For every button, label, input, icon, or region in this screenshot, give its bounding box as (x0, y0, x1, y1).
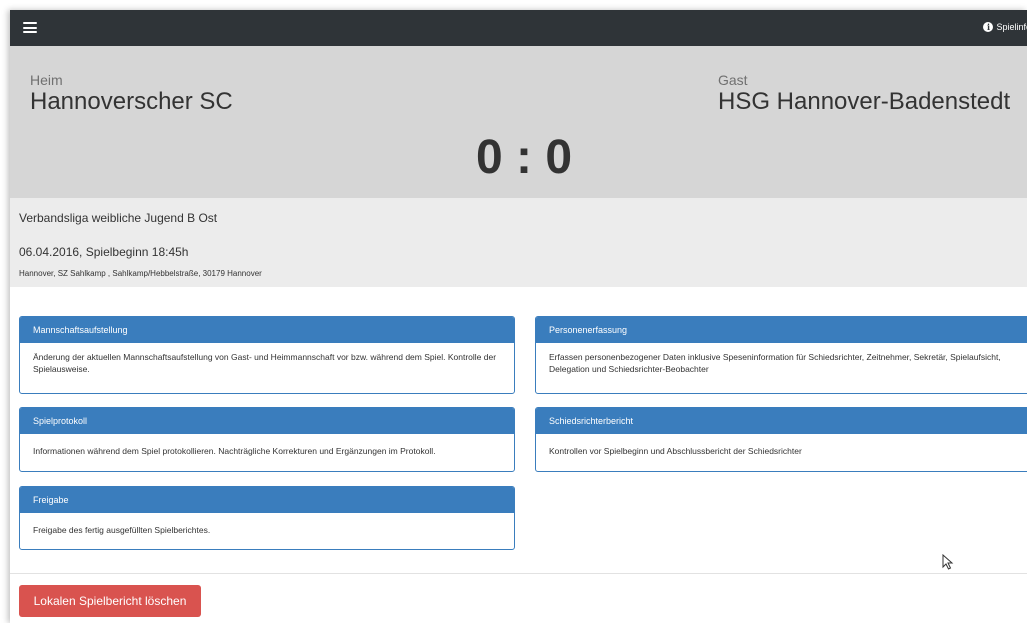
panel-heading-personenerfassung[interactable]: Personenerfassung (536, 317, 1027, 343)
app-window: iSpielinfo Heim Hannoverscher SC Gast HS… (10, 10, 1027, 623)
info-icon: i (983, 22, 994, 32)
panel-heading-schiedsrichterbericht[interactable]: Schiedsrichterbericht (536, 408, 1027, 434)
panel-heading-freigabe[interactable]: Freigabe (20, 487, 514, 513)
panel-schiedsrichterbericht: Schiedsrichterbericht Kontrollen vor Spi… (535, 407, 1027, 472)
footer-divider (10, 573, 1027, 574)
away-team-name: HSG Hannover-Badenstedt (718, 88, 1011, 115)
mouse-cursor-icon (942, 554, 954, 570)
panel-heading-spielprotokoll[interactable]: Spielprotokoll (20, 408, 514, 434)
match-date-time: 06.04.2016, Spielbeginn 18:45h (19, 245, 189, 259)
panel-heading-mannschaftsaufstellung[interactable]: Mannschaftsaufstellung (20, 317, 514, 343)
panel-mannschaftsaufstellung: Mannschaftsaufstellung Änderung der aktu… (19, 316, 515, 394)
panel-body-spielprotokoll: Informationen während dem Spiel protokol… (33, 446, 436, 456)
score-display: 0 : 0 (476, 131, 573, 184)
top-navbar: iSpielinfo (10, 10, 1027, 46)
panel-body-freigabe: Freigabe des fertig ausgefüllten Spielbe… (33, 525, 211, 535)
league-name: Verbandsliga weibliche Jugend B Ost (19, 211, 218, 225)
spielinfo-link[interactable]: iSpielinfo (983, 22, 1027, 32)
delete-local-report-button[interactable]: Lokalen Spielbericht löschen (19, 585, 201, 617)
panel-body-schiedsrichterbericht: Kontrollen vor Spielbeginn und Abschluss… (549, 446, 802, 456)
panel-freigabe: Freigabe Freigabe des fertig ausgefüllte… (19, 486, 515, 550)
home-label: Heim (30, 72, 63, 88)
panel-body-personenerfassung: Erfassen personenbezogener Daten inklusi… (549, 352, 1001, 374)
scoreboard: Heim Hannoverscher SC Gast HSG Hannover-… (10, 46, 1027, 198)
match-venue: Hannover, SZ Sahlkamp , Sahlkamp/Hebbels… (19, 269, 262, 278)
home-team-name: Hannoverscher SC (30, 88, 233, 115)
panel-spielprotokoll: Spielprotokoll Informationen während dem… (19, 407, 515, 472)
hamburger-icon[interactable] (23, 22, 37, 33)
match-info: Verbandsliga weibliche Jugend B Ost 06.0… (10, 198, 1027, 287)
away-label: Gast (718, 72, 748, 88)
panel-body-mannschaftsaufstellung: Änderung der aktuellen Mannschaftsaufste… (33, 352, 497, 374)
panel-personenerfassung: Personenerfassung Erfassen personenbezog… (535, 316, 1027, 394)
spielinfo-label: Spielinfo (996, 22, 1027, 32)
